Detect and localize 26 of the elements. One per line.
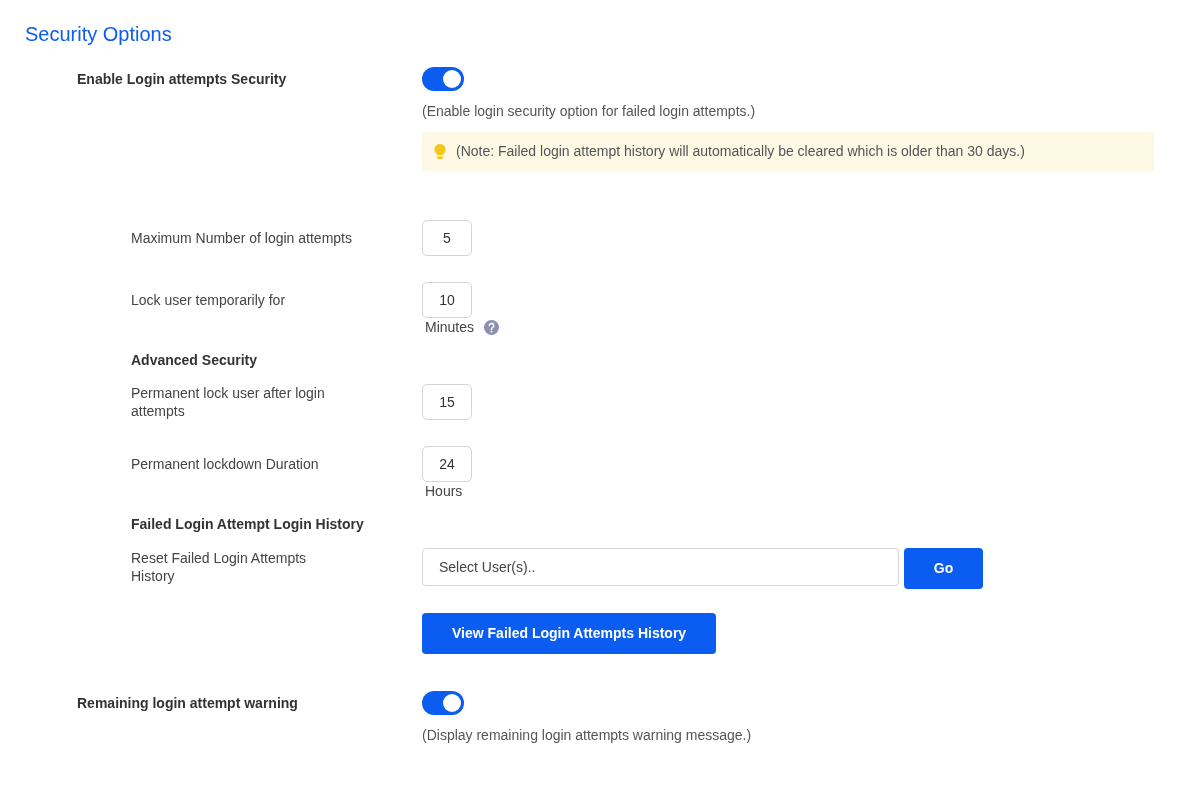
setting-description: (Display remaining login attempts warning message.) — [422, 726, 752, 745]
lightbulb-icon — [434, 144, 446, 159]
help-icon[interactable] — [484, 319, 500, 335]
toggle-switch[interactable] — [422, 691, 464, 715]
page-title: Security Options — [25, 22, 173, 47]
section-heading: Advanced Security — [131, 352, 258, 368]
field-label: Maximum Number of login attempts — [131, 229, 353, 247]
unit-label: Hours — [425, 482, 463, 500]
setting-label: Remaining login attempt warning — [77, 694, 299, 713]
number-field[interactable]: 15 — [422, 384, 472, 420]
field-label: Lock user temporarily for — [131, 291, 287, 309]
number-field[interactable]: 5 — [422, 220, 472, 256]
field-label: Permanent lockdown Duration — [131, 455, 320, 473]
go-button[interactable]: Go — [904, 548, 983, 589]
unit-label: Minutes — [425, 318, 475, 336]
setting-label: Enable Login attempts Security — [77, 70, 288, 89]
setting-description: (Enable login security option for failed login attempts.) — [422, 102, 756, 121]
number-field[interactable]: 10 — [422, 282, 472, 318]
field-label: Permanent lock user after login attempts — [131, 384, 326, 420]
number-field[interactable]: 24 — [422, 446, 472, 482]
view-history-button[interactable]: View Failed Login Attempts History — [422, 613, 717, 654]
section-heading: Failed Login Attempt Login History — [131, 516, 364, 532]
user-select[interactable]: Select User(s).. — [422, 548, 899, 586]
toggle-switch[interactable] — [422, 67, 464, 91]
field-label: Reset Failed Login Attempts History — [131, 549, 308, 585]
note-text: (Note: Failed login attempt history will automatically be cleared which is older than 30 days.) — [456, 142, 1025, 161]
